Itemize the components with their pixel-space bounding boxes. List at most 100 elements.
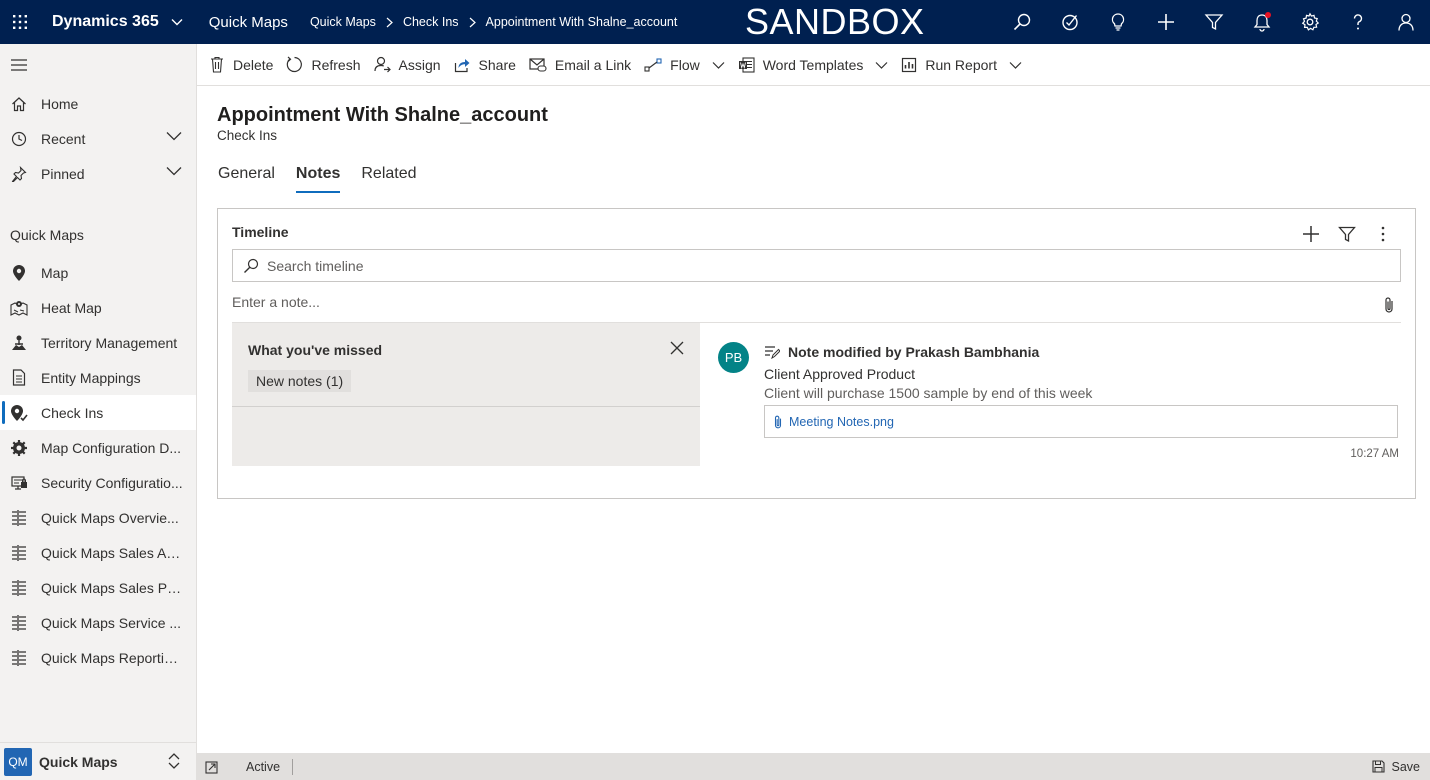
help-icon[interactable] (1334, 0, 1382, 44)
breadcrumb: Quick Maps Check Ins Appointment With Sh… (310, 15, 677, 29)
sidebar-item-entity-mappings[interactable]: Entity Mappings (0, 360, 196, 395)
sidebar-item-label: Quick Maps Reportin... (41, 649, 183, 666)
clock-icon (10, 130, 28, 148)
flow-icon (644, 57, 662, 72)
save-button[interactable]: Save (1371, 753, 1421, 780)
chevron-down-icon[interactable] (171, 18, 183, 26)
app-area-name[interactable]: Quick Maps (209, 14, 288, 31)
sidebar-item-recent[interactable]: Recent (0, 121, 196, 156)
paperclip-icon (773, 414, 783, 430)
assign-icon (373, 56, 391, 73)
sidebar-item-quick-maps-sales-performance[interactable]: Quick Maps Sales Per... (0, 570, 196, 605)
sidebar-item-label: Territory Management (41, 334, 178, 351)
open-in-new-window-icon[interactable] (205, 760, 219, 774)
tab-related[interactable]: Related (361, 165, 416, 193)
sidebar-section-title: Quick Maps (10, 227, 84, 243)
sidebar-item-label: Check Ins (41, 404, 104, 421)
post-timestamp: 10:27 AM (1350, 448, 1399, 460)
breadcrumb-item[interactable]: Check Ins (403, 15, 459, 29)
attachment-link[interactable]: Meeting Notes.png (789, 415, 894, 429)
chevron-down-icon[interactable] (712, 61, 725, 69)
sidebar-item-label: Security Configuratio... (41, 474, 183, 491)
refresh-icon (286, 56, 303, 73)
filter-icon[interactable] (1190, 0, 1238, 44)
app-name[interactable]: Dynamics 365 (52, 13, 159, 31)
record-entity-name: Check Ins (217, 128, 278, 143)
email-a-link-label: Email a Link (554, 56, 632, 73)
sidebar-item-quick-maps-sales-activity[interactable]: Quick Maps Sales Act... (0, 535, 196, 570)
close-icon[interactable] (670, 341, 684, 355)
search-timeline-input[interactable] (267, 257, 1367, 274)
search-icon[interactable] (998, 0, 1046, 44)
plus-icon[interactable] (1293, 223, 1329, 245)
person-icon[interactable] (1382, 0, 1430, 44)
tab-general[interactable]: General (218, 165, 275, 193)
flow-button[interactable]: Flow (642, 44, 736, 86)
pin-icon (10, 165, 28, 183)
sidebar-item-pinned[interactable]: Pinned (0, 156, 196, 191)
chevron-right-icon (469, 17, 476, 28)
task-icon[interactable] (1046, 0, 1094, 44)
tab-notes[interactable]: Notes (295, 165, 341, 193)
filter-icon[interactable] (1329, 223, 1365, 245)
email-a-link-button[interactable]: Email a Link (527, 44, 642, 86)
save-label: Save (1391, 759, 1421, 774)
breadcrumb-item[interactable]: Quick Maps (310, 15, 376, 29)
enter-note-input[interactable] (232, 294, 1332, 310)
flow-label: Flow (670, 56, 700, 73)
sidebar-item-home[interactable]: Home (0, 86, 196, 121)
search-icon (243, 258, 259, 274)
run-report-button[interactable]: Run Report (899, 44, 1033, 86)
hamburger-menu-icon[interactable] (0, 44, 196, 86)
sidebar-item-quick-maps-service[interactable]: Quick Maps Service ... (0, 605, 196, 640)
breadcrumb-item[interactable]: Appointment With Shalne_account (486, 15, 678, 29)
sidebar-item-check-ins[interactable]: Check Ins (0, 395, 196, 430)
page-title: Appointment With Shalne_account (217, 104, 548, 126)
sidebar-item-label: Quick Maps Sales Per... (41, 579, 183, 596)
dashboard-icon (10, 509, 28, 527)
sidebar-item-map-configuration[interactable]: Map Configuration D... (0, 430, 196, 465)
post-subject: Client Approved Product (764, 366, 915, 382)
app-launcher-icon[interactable] (0, 0, 40, 44)
sidebar-item-map[interactable]: Map (0, 255, 196, 290)
sidebar-item-quick-maps-reporting[interactable]: Quick Maps Reportin... (0, 640, 196, 675)
plus-icon[interactable] (1142, 0, 1190, 44)
dashboard-icon (10, 544, 28, 562)
trash-icon (209, 56, 225, 73)
area-switcher[interactable]: QM Quick Maps (0, 742, 197, 780)
timeline-post[interactable]: PB Note modified by Prakash Bambhania Cl… (718, 342, 1401, 467)
main-content: Appointment With Shalne_account Check In… (197, 86, 1430, 753)
report-icon (901, 57, 917, 73)
sidebar-item-label: Pinned (41, 165, 85, 182)
paperclip-icon[interactable] (1383, 296, 1395, 314)
more-options-icon[interactable] (1365, 223, 1401, 245)
sidebar-item-territory-management[interactable]: Territory Management (0, 325, 196, 360)
environment-banner: SANDBOX (745, 1, 925, 42)
delete-button[interactable]: Delete (207, 44, 284, 86)
bell-icon[interactable] (1238, 0, 1286, 44)
new-notes-chip[interactable]: New notes (1) (248, 370, 352, 392)
sidebar-item-security-configuration[interactable]: Security Configuratio... (0, 465, 196, 500)
gear-icon[interactable] (1286, 0, 1334, 44)
refresh-button[interactable]: Refresh (284, 44, 371, 86)
dashboard-icon (10, 649, 28, 667)
lightbulb-icon[interactable] (1094, 0, 1142, 44)
assign-button[interactable]: Assign (372, 44, 452, 86)
word-templates-button[interactable]: Word Templates (736, 44, 900, 86)
dashboard-icon (10, 579, 28, 597)
chevron-up-down-icon[interactable] (167, 752, 181, 770)
chevron-down-icon[interactable] (875, 61, 888, 69)
note-icon (764, 345, 780, 359)
sidebar-item-quick-maps-overview[interactable]: Quick Maps Overvie... (0, 500, 196, 535)
sidebar-item-heat-map[interactable]: Heat Map (0, 290, 196, 325)
gear-icon (10, 439, 28, 457)
security-icon (10, 474, 28, 492)
sidebar-item-label: Quick Maps Service ... (41, 614, 182, 631)
chevron-down-icon[interactable] (166, 166, 182, 176)
share-button[interactable]: Share (452, 44, 527, 86)
area-badge: QM (4, 747, 32, 776)
sidebar-item-label: Map Configuration D... (41, 439, 182, 456)
record-status: Active (246, 758, 294, 775)
chevron-down-icon[interactable] (1009, 61, 1022, 69)
chevron-down-icon[interactable] (166, 131, 182, 141)
